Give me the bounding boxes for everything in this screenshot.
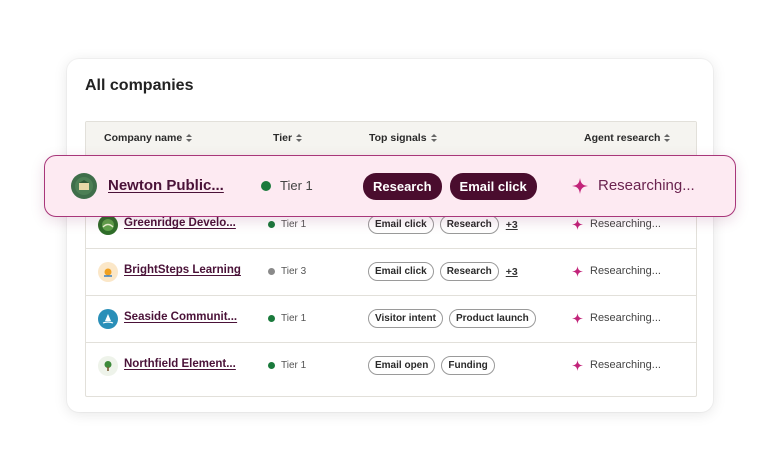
signal-chip[interactable]: Email click xyxy=(368,215,434,234)
companies-card: All companies Company name Tier Top sign… xyxy=(67,59,713,412)
signal-chips: Email open Funding xyxy=(368,356,495,375)
agent-research-status: Researching... xyxy=(572,359,661,371)
sparkle-icon xyxy=(572,177,588,194)
more-signals-link[interactable]: +3 xyxy=(506,266,518,278)
signal-chips: Research Email click xyxy=(363,173,537,200)
column-label: Agent research xyxy=(584,132,661,144)
column-header-signals[interactable]: Top signals xyxy=(369,132,437,144)
agent-research-status: Researching... xyxy=(572,265,661,277)
signal-chips: Email click Research +3 xyxy=(368,215,518,234)
sort-icon[interactable] xyxy=(186,134,193,142)
table-row[interactable]: BrightSteps Learning Tier 3 Email click … xyxy=(86,249,696,296)
signal-chip[interactable]: Visitor intent xyxy=(368,309,443,328)
sparkle-icon xyxy=(572,218,583,230)
tier-indicator: Tier 3 xyxy=(268,266,306,277)
company-name-link[interactable]: Northfield Element... xyxy=(124,358,236,370)
column-header-tier[interactable]: Tier xyxy=(273,132,303,144)
table-row[interactable]: Seaside Communit... Tier 1 Visitor inten… xyxy=(86,296,696,343)
company-logo xyxy=(98,215,118,235)
company-logo xyxy=(98,309,118,329)
column-header-company[interactable]: Company name xyxy=(104,132,193,144)
company-logo xyxy=(71,173,97,199)
sparkle-icon xyxy=(572,359,583,371)
tier-label: Tier 1 xyxy=(280,178,313,193)
signal-chip[interactable]: Funding xyxy=(441,356,495,375)
tier-label: Tier 3 xyxy=(281,266,307,277)
column-label: Tier xyxy=(273,132,293,144)
agent-status-label: Researching... xyxy=(598,177,695,194)
company-name-link[interactable]: Newton Public... xyxy=(108,177,224,194)
tier-label: Tier 1 xyxy=(281,219,307,230)
sort-icon[interactable] xyxy=(664,134,671,142)
agent-status-label: Researching... xyxy=(590,359,661,371)
more-signals-link[interactable]: +3 xyxy=(506,219,518,231)
company-name-link[interactable]: Greenridge Develo... xyxy=(124,217,236,229)
agent-research-status: Researching... xyxy=(572,312,661,324)
tier-indicator: Tier 1 xyxy=(268,360,306,371)
signal-chip[interactable]: Email open xyxy=(368,356,436,375)
sort-icon[interactable] xyxy=(296,134,303,142)
company-name-link[interactable]: Seaside Communit... xyxy=(124,311,237,323)
tier-label: Tier 1 xyxy=(281,360,307,371)
agent-research-status: Researching... xyxy=(572,218,661,230)
signal-chip[interactable]: Product launch xyxy=(448,309,536,328)
signal-chips: Visitor intent Product launch xyxy=(368,309,536,328)
tier-indicator: Tier 1 xyxy=(268,219,306,230)
sort-icon[interactable] xyxy=(430,134,437,142)
highlighted-table-row[interactable]: Newton Public... Tier 1 Research Email c… xyxy=(44,155,736,217)
agent-research-status: Researching... xyxy=(572,177,695,194)
sparkle-icon xyxy=(572,265,583,277)
company-name-link[interactable]: BrightSteps Learning xyxy=(124,264,241,276)
sparkle-icon xyxy=(572,312,583,324)
signal-chip[interactable]: Email click xyxy=(449,173,537,200)
signal-chip[interactable]: Research xyxy=(363,173,442,200)
table-row[interactable]: Northfield Element... Tier 1 Email open … xyxy=(86,343,696,389)
tier-indicator: Tier 1 xyxy=(261,178,313,193)
column-header-agent-research[interactable]: Agent research xyxy=(584,132,671,144)
tier-dot xyxy=(268,315,275,322)
tier-dot xyxy=(268,268,275,275)
signal-chip[interactable]: Email click xyxy=(368,262,434,281)
agent-status-label: Researching... xyxy=(590,265,661,277)
tier-label: Tier 1 xyxy=(281,313,307,324)
signal-chip[interactable]: Research xyxy=(439,215,499,234)
company-logo xyxy=(98,262,118,282)
tier-dot xyxy=(261,180,271,191)
column-label: Top signals xyxy=(369,132,427,144)
signal-chip[interactable]: Research xyxy=(439,262,499,281)
tier-indicator: Tier 1 xyxy=(268,313,306,324)
company-logo xyxy=(98,356,118,376)
signal-chips: Email click Research +3 xyxy=(368,262,518,281)
table-header: Company name Tier Top signals Agent rese… xyxy=(86,122,696,156)
tier-dot xyxy=(268,362,275,369)
page-title: All companies xyxy=(85,77,194,94)
tier-dot xyxy=(268,221,275,228)
agent-status-label: Researching... xyxy=(590,312,661,324)
column-label: Company name xyxy=(104,132,183,144)
agent-status-label: Researching... xyxy=(590,218,661,230)
